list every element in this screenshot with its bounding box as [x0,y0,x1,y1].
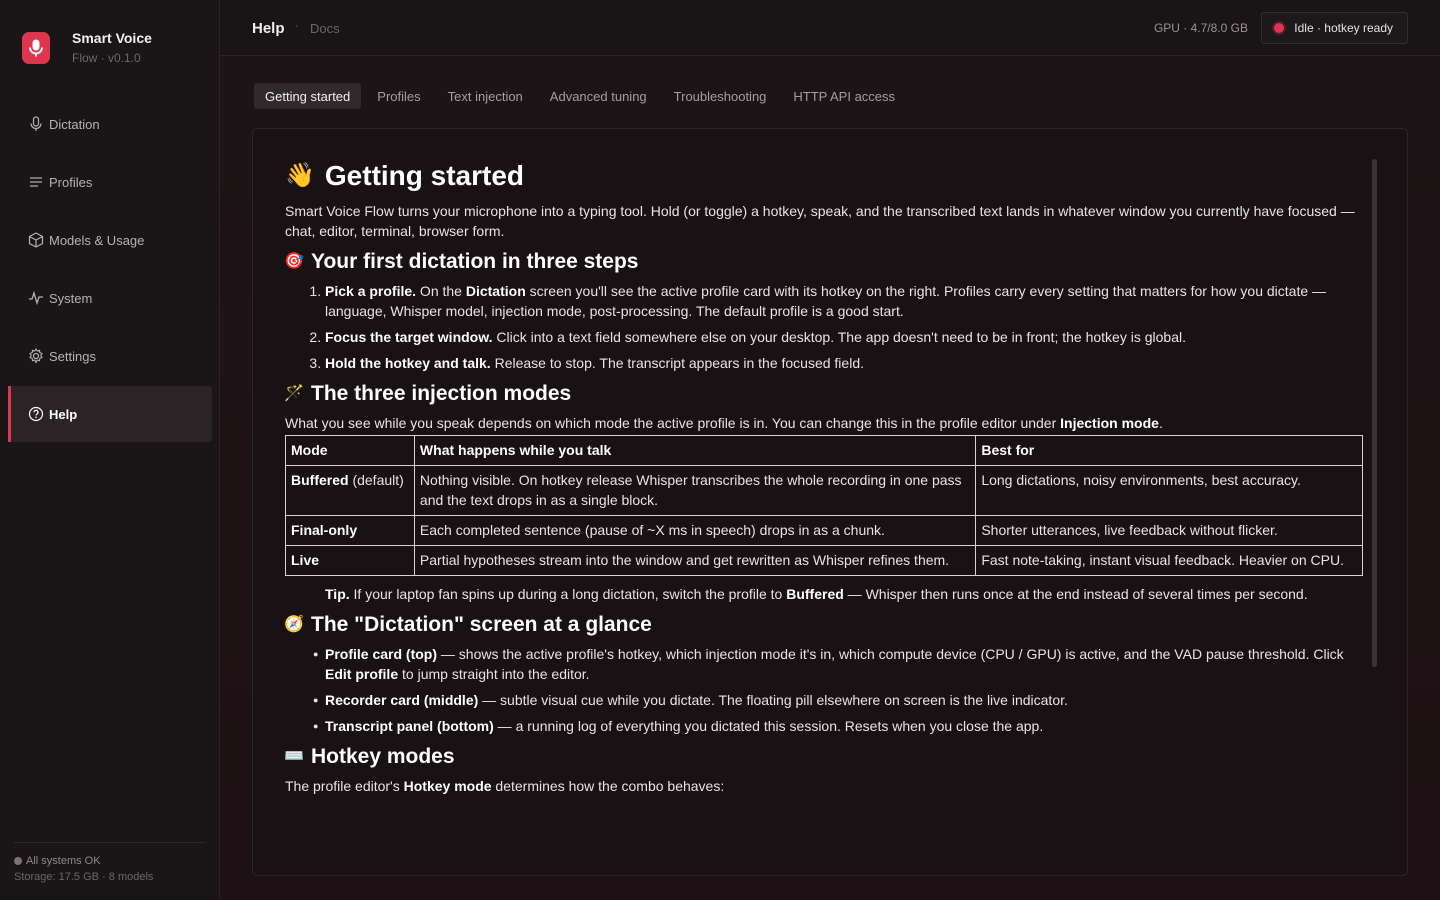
brand[interactable]: Smart Voice Flow · v0.1.0 [22,30,152,65]
section-intro: The profile editor's Hotkey mode determi… [285,778,725,794]
recording-dot-icon [1274,23,1285,33]
keyboard-icon: ⌨️ [285,748,304,765]
list-icon [28,174,44,190]
storage-info: Storage: 17.5 GB · 8 models [14,871,154,883]
tab-getting-started[interactable]: Getting started [254,83,362,109]
table-cell: Each completed sentence (pause of ~X ms … [413,515,977,546]
help-tabs: Getting started Profiles Text injection … [254,83,911,109]
main-area: Getting started Profiles Text injection … [220,56,1440,900]
table-cell: Final-only [285,515,415,546]
waving-hand-icon: 👋 [285,162,315,189]
sidebar-item-profiles[interactable]: Profiles [8,154,212,210]
breadcrumb-separator: · [295,20,299,32]
column-header: Best for [975,435,1363,466]
tab-advanced-tuning[interactable]: Advanced tuning [539,83,658,109]
table-cell: Shorter utterances, live feedback withou… [975,515,1363,546]
tab-troubleshooting[interactable]: Troubleshooting [663,83,778,109]
sidebar-item-label: Help [49,406,78,422]
list-item: Profile card (top) — shows the active pr… [313,644,1365,684]
doc-content[interactable]: 👋 Getting started Smart Voice Flow turns… [285,159,1365,845]
section-heading-text: Your first dictation in three steps [311,250,639,273]
gear-icon [28,348,44,364]
list-item: Recorder card (middle) — subtle visual c… [313,690,1365,710]
table-header-row: Mode What happens while you talk Best fo… [285,435,1363,466]
sidebar-item-system[interactable]: System [8,270,212,326]
tip-note: Tip. If your laptop fan spins up during … [325,586,1308,602]
sidebar-item-label: Dictation [49,116,100,132]
table-cell: Live [285,545,415,576]
sidebar-item-label: System [49,290,93,306]
list-item: Transcript panel (bottom) — a running lo… [313,716,1365,736]
sidebar-item-label: Models & Usage [49,232,145,248]
column-header: Mode [285,435,415,466]
list-item: Focus the target window. Click into a te… [325,327,1365,347]
scrollbar[interactable] [1372,159,1377,667]
tab-profiles[interactable]: Profiles [366,83,431,109]
sidebar-nav: Dictation Profiles Models & Usage System… [8,96,212,444]
app-version: Flow · v0.1.0 [72,51,141,65]
magic-wand-icon: 🪄 [285,385,304,402]
sidebar-item-label: Settings [49,348,96,364]
topbar: Help · Docs GPU · 4.7/8.0 GB Idle · hotk… [220,0,1440,56]
mic-icon [28,116,44,132]
injection-modes-table: Mode What happens while you talk Best fo… [285,435,1363,576]
table-cell: Long dictations, noisy environments, bes… [975,465,1363,516]
doc-title-text: Getting started [324,160,525,191]
table-cell: Nothing visible. On hotkey release Whisp… [413,465,977,516]
status-text: Idle · hotkey ready [1294,21,1393,35]
section-heading-text: The three injection modes [311,382,572,405]
table-cell: Fast note-taking, instant visual feedbac… [975,545,1363,576]
doc-title: 👋 Getting started [285,159,1365,193]
cube-icon [28,232,44,248]
section-heading-text: Hotkey modes [311,745,455,768]
column-header: What happens while you talk [413,435,977,466]
help-circle-icon [28,406,44,422]
compass-icon: 🧭 [285,616,304,633]
pulse-icon [28,290,44,306]
table-row: Final-only Each completed sentence (paus… [285,515,1363,546]
table-cell: Partial hypotheses stream into the windo… [413,545,977,576]
sidebar-footer: All systems OK Storage: 17.5 GB · 8 mode… [14,842,206,883]
list-item: Hold the hotkey and talk. Release to sto… [325,353,1365,373]
section-heading-text: The "Dictation" screen at a glance [311,613,652,636]
sidebar: Smart Voice Flow · v0.1.0 Dictation Prof… [0,0,220,900]
sidebar-item-settings[interactable]: Settings [8,328,212,384]
sidebar-item-label: Profiles [49,174,93,190]
app-logo-icon [22,31,50,64]
list-item: Pick a profile. On the Dictation screen … [325,281,1365,321]
target-icon: 🎯 [285,253,304,270]
system-status: All systems OK [26,855,101,867]
app-name: Smart Voice [72,30,152,46]
sidebar-item-dictation[interactable]: Dictation [8,96,212,152]
status-dot-icon [14,857,22,865]
sidebar-item-help[interactable]: Help [8,386,212,442]
breadcrumb: Docs [310,21,340,36]
section-heading: 🪄 The three injection modes [285,381,1365,407]
section-intro: What you see while you speak depends on … [285,415,1163,431]
steps-list: Pick a profile. On the Dictation screen … [285,281,1365,373]
page-title: Help [252,20,285,37]
table-row: Buffered (default) Nothing visible. On h… [285,465,1363,516]
gpu-usage: GPU · 4.7/8.0 GB [1153,21,1248,35]
section-heading: 🧭 The "Dictation" screen at a glance [285,612,1365,638]
tab-http-api-access[interactable]: HTTP API access [782,83,906,109]
table-cell: Buffered (default) [285,465,415,516]
sidebar-item-models-usage[interactable]: Models & Usage [8,212,212,268]
doc-card: 👋 Getting started Smart Voice Flow turns… [252,128,1408,876]
section-heading: ⌨️ Hotkey modes [285,744,1365,770]
doc-intro: Smart Voice Flow turns your microphone i… [285,203,1355,239]
bullet-list: Profile card (top) — shows the active pr… [285,644,1365,736]
section-heading: 🎯 Your first dictation in three steps [285,249,1365,275]
status-badge[interactable]: Idle · hotkey ready [1261,12,1408,44]
table-row: Live Partial hypotheses stream into the … [285,545,1363,576]
tab-text-injection[interactable]: Text injection [437,83,534,109]
